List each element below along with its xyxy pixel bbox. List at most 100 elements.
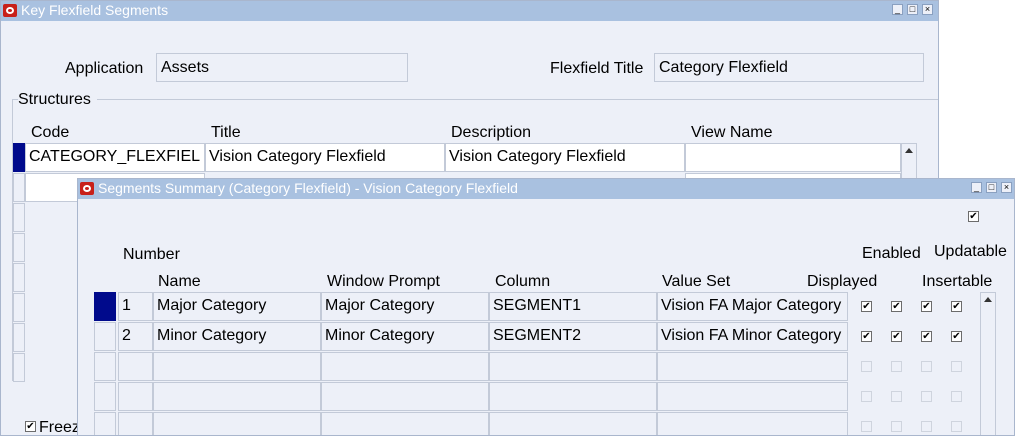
segments-scrollbar[interactable] — [980, 292, 996, 435]
value-set-cell[interactable] — [657, 352, 848, 381]
name-cell[interactable] — [153, 382, 321, 411]
displayed-checkbox[interactable]: ✔ — [861, 331, 872, 342]
column-cell[interactable] — [489, 352, 657, 381]
number-cell[interactable] — [118, 412, 153, 435]
structures-frame-left-top — [12, 99, 18, 100]
insertable-checkbox[interactable] — [951, 391, 962, 402]
flexfield-title-label: Flexfield Title — [550, 60, 644, 77]
enabled-checkbox[interactable] — [891, 421, 902, 432]
insertable-checkbox[interactable]: ✔ — [951, 331, 962, 342]
segments-summary-titlebar[interactable]: Segments Summary (Category Flexfield) - … — [78, 179, 1014, 199]
column-header-number: Number — [123, 246, 180, 263]
column-cell[interactable] — [489, 412, 657, 435]
number-cell[interactable] — [118, 382, 153, 411]
window-prompt-cell[interactable] — [321, 352, 489, 381]
name-cell[interactable]: Major Category — [153, 292, 321, 321]
number-cell[interactable]: 1 — [118, 292, 153, 321]
row-selector-current[interactable] — [13, 143, 25, 172]
row-selector[interactable] — [13, 203, 25, 232]
row-selector[interactable] — [94, 352, 116, 381]
column-header-column: Column — [495, 273, 551, 290]
column-cell[interactable]: SEGMENT1 — [489, 292, 657, 321]
row-selector[interactable] — [13, 263, 25, 292]
scroll-up-icon[interactable] — [905, 148, 913, 153]
row-selector[interactable] — [13, 353, 25, 382]
structures-label: Structures — [18, 91, 91, 108]
value-set-cell[interactable]: Vision FA Major Category — [657, 292, 848, 321]
column-header-view-name: View Name — [691, 124, 773, 141]
row-selector[interactable] — [13, 173, 25, 202]
name-cell[interactable] — [153, 412, 321, 435]
name-cell[interactable]: Minor Category — [153, 322, 321, 351]
column-header-enabled: Enabled — [862, 245, 921, 262]
window-prompt-cell[interactable] — [321, 382, 489, 411]
number-cell[interactable]: 2 — [118, 322, 153, 351]
updatable-checkbox[interactable] — [921, 361, 932, 372]
freeze-checkbox[interactable]: ✔ — [25, 421, 36, 432]
column-header-name: Name — [158, 273, 201, 290]
insertable-checkbox[interactable]: ✔ — [951, 301, 962, 312]
row-selector[interactable] — [94, 412, 116, 435]
minimize-icon[interactable]: _ — [971, 182, 982, 193]
displayed-checkbox[interactable] — [861, 421, 872, 432]
displayed-checkbox[interactable] — [861, 361, 872, 372]
key-flexfield-titlebar[interactable]: Key Flexfield Segments _ □ × — [1, 1, 938, 21]
view-name-cell[interactable] — [685, 143, 901, 172]
column-cell[interactable] — [489, 382, 657, 411]
row-selector-current[interactable] — [94, 292, 116, 321]
column-header-title: Title — [211, 124, 241, 141]
close-icon[interactable]: × — [922, 4, 933, 15]
flexfield-title-field[interactable]: Category Flexfield — [654, 53, 924, 82]
minimize-icon[interactable]: _ — [892, 4, 903, 15]
maximize-icon[interactable]: □ — [907, 4, 918, 15]
row-selector[interactable] — [94, 322, 116, 351]
value-set-cell[interactable] — [657, 382, 848, 411]
value-set-cell[interactable] — [657, 412, 848, 435]
insertable-checkbox[interactable] — [951, 361, 962, 372]
scroll-up-icon[interactable] — [984, 297, 992, 302]
column-header-code: Code — [31, 124, 70, 141]
freeze-label: Freez — [39, 419, 80, 436]
value-set-cell[interactable]: Vision FA Minor Category — [657, 322, 848, 351]
displayed-checkbox[interactable]: ✔ — [861, 301, 872, 312]
application-label: Application — [65, 60, 144, 77]
column-cell[interactable]: SEGMENT2 — [489, 322, 657, 351]
displayed-checkbox[interactable] — [861, 391, 872, 402]
code-cell[interactable]: CATEGORY_FLEXFIEL — [25, 143, 205, 172]
window-prompt-cell[interactable] — [321, 412, 489, 435]
updatable-checkbox[interactable]: ✔ — [921, 331, 932, 342]
updatable-checkbox[interactable]: ✔ — [921, 301, 932, 312]
window-prompt-cell[interactable]: Major Category — [321, 292, 489, 321]
oracle-icon — [3, 4, 17, 17]
insertable-checkbox[interactable] — [951, 421, 962, 432]
row-selector[interactable] — [13, 323, 25, 352]
header-checkbox[interactable]: ✔ — [968, 211, 979, 222]
close-icon[interactable]: × — [1001, 182, 1012, 193]
column-header-updatable: Updatable — [934, 243, 1007, 260]
maximize-icon[interactable]: □ — [986, 182, 997, 193]
updatable-checkbox[interactable] — [921, 421, 932, 432]
updatable-checkbox[interactable] — [921, 391, 932, 402]
column-header-insertable: Insertable — [922, 273, 993, 290]
row-selector[interactable] — [94, 382, 116, 411]
window-title: Key Flexfield Segments — [21, 2, 169, 18]
window-prompt-cell[interactable]: Minor Category — [321, 322, 489, 351]
structures-frame-top — [97, 99, 938, 100]
column-header-displayed: Displayed — [807, 273, 878, 290]
title-cell[interactable]: Vision Category Flexfield — [205, 143, 445, 172]
row-selector[interactable] — [13, 293, 25, 322]
enabled-checkbox[interactable] — [891, 391, 902, 402]
enabled-checkbox[interactable]: ✔ — [891, 331, 902, 342]
enabled-checkbox[interactable]: ✔ — [891, 301, 902, 312]
segments-summary-window: Segments Summary (Category Flexfield) - … — [77, 178, 1015, 436]
structures-scrollbar[interactable] — [901, 143, 917, 179]
number-cell[interactable] — [118, 352, 153, 381]
window-title: Segments Summary (Category Flexfield) - … — [98, 180, 518, 196]
application-field[interactable]: Assets — [156, 53, 408, 82]
column-header-window-prompt: Window Prompt — [327, 273, 440, 290]
column-header-value-set: Value Set — [662, 273, 731, 290]
row-selector[interactable] — [13, 233, 25, 262]
enabled-checkbox[interactable] — [891, 361, 902, 372]
description-cell[interactable]: Vision Category Flexfield — [445, 143, 685, 172]
name-cell[interactable] — [153, 352, 321, 381]
